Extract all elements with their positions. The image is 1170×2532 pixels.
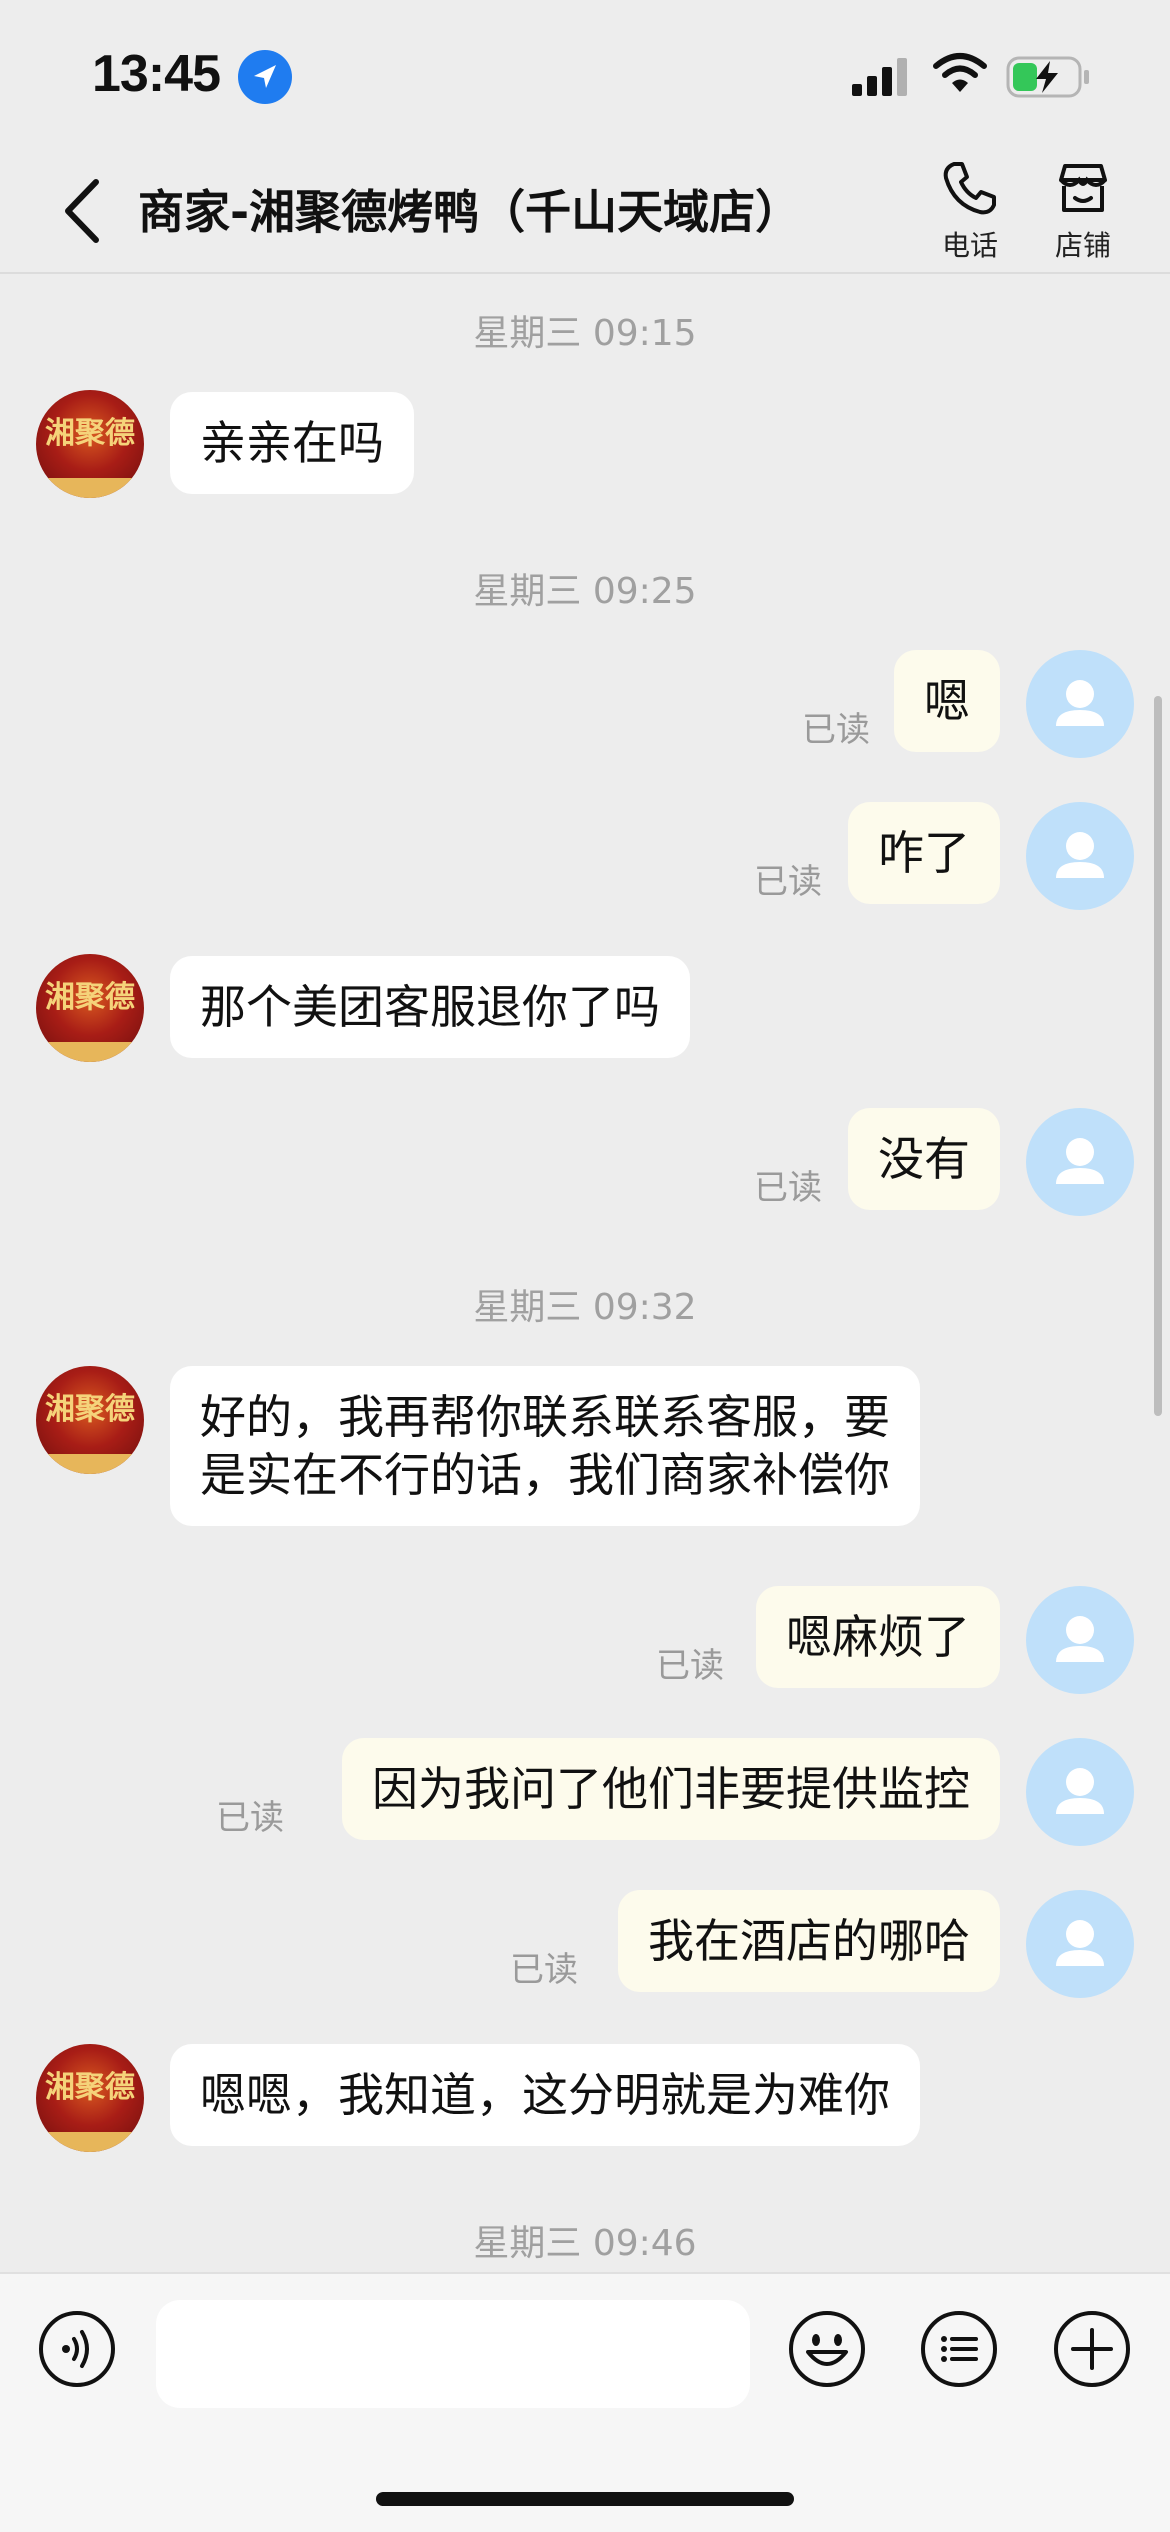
chat-messages[interactable]: 星期三 09:15 湘聚德 亲亲在吗 星期三 09:25 已读 嗯 已读 咋了 …	[0, 276, 1170, 2272]
user-avatar-icon[interactable]	[1026, 1738, 1134, 1846]
outgoing-message[interactable]: 没有	[848, 1108, 1000, 1210]
user-avatar-icon[interactable]	[1026, 802, 1134, 910]
merchant-avatar[interactable]: 湘聚德	[36, 390, 144, 498]
user-avatar-icon[interactable]	[1026, 1890, 1134, 1998]
status-time: 13:45	[92, 45, 221, 103]
outgoing-message[interactable]: 我在酒店的哪哈	[618, 1890, 1000, 1992]
voice-icon[interactable]	[38, 2310, 116, 2388]
message-line: 好的，我再帮你联系联系客服，要	[200, 1390, 890, 1444]
merchant-avatar[interactable]: 湘聚德	[36, 954, 144, 1062]
back-chevron-icon[interactable]	[58, 176, 108, 246]
incoming-message[interactable]: 嗯嗯，我知道，这分明就是为难你	[170, 2044, 920, 2146]
message-timestamp: 星期三 09:15	[473, 313, 697, 354]
home-indicator[interactable]	[376, 2492, 794, 2506]
read-status: 已读	[802, 710, 870, 750]
merchant-avatar[interactable]: 湘聚德	[36, 2044, 144, 2152]
message-timestamp: 星期三 09:32	[473, 1287, 697, 1328]
incoming-message[interactable]: 好的，我再帮你联系联系客服，要 是实在不行的话，我们商家补偿你	[170, 1366, 920, 1526]
phone-label: 电话	[941, 229, 998, 262]
signal-icon	[852, 58, 912, 100]
incoming-message[interactable]: 亲亲在吗	[170, 392, 414, 494]
user-avatar-icon[interactable]	[1026, 650, 1134, 758]
read-status: 已读	[656, 1646, 724, 1686]
incoming-message[interactable]: 那个美团客服退你了吗	[170, 956, 690, 1058]
user-avatar-icon[interactable]	[1026, 1108, 1134, 1216]
store-label: 店铺	[1054, 229, 1111, 262]
nav-bar: 商家-湘聚德烤鸭（千山天域店） 电话 店铺	[0, 140, 1170, 274]
user-avatar-icon[interactable]	[1026, 1586, 1134, 1694]
chat-title: 商家-湘聚德烤鸭（千山天域店）	[138, 185, 802, 239]
read-status: 已读	[754, 862, 822, 902]
wifi-icon	[932, 52, 988, 100]
location-arrow-icon	[238, 50, 292, 104]
read-status: 已读	[510, 1950, 578, 1990]
status-bar: 13:45	[0, 0, 1170, 140]
plus-icon[interactable]	[1053, 2310, 1131, 2388]
merchant-avatar[interactable]: 湘聚德	[36, 1366, 144, 1474]
read-status: 已读	[754, 1168, 822, 1208]
phone-button[interactable]: 电话	[920, 158, 1020, 264]
list-icon[interactable]	[920, 2310, 998, 2388]
store-button[interactable]: 店铺	[1033, 158, 1133, 264]
outgoing-message[interactable]: 嗯	[894, 650, 1000, 752]
read-status: 已读	[216, 1798, 284, 1838]
store-icon	[1059, 164, 1107, 212]
message-line: 是实在不行的话，我们商家补偿你	[200, 1448, 890, 1502]
outgoing-message[interactable]: 咋了	[848, 802, 1000, 904]
outgoing-message[interactable]: 因为我问了他们非要提供监控	[342, 1738, 1000, 1840]
message-timestamp: 星期三 09:25	[473, 571, 697, 612]
battery-charging-icon	[1006, 56, 1092, 102]
outgoing-message[interactable]: 嗯麻烦了	[756, 1586, 1000, 1688]
message-timestamp: 星期三 09:46	[473, 2223, 697, 2264]
emoji-icon[interactable]	[788, 2310, 866, 2388]
message-input[interactable]	[156, 2300, 750, 2408]
phone-icon	[943, 162, 996, 215]
